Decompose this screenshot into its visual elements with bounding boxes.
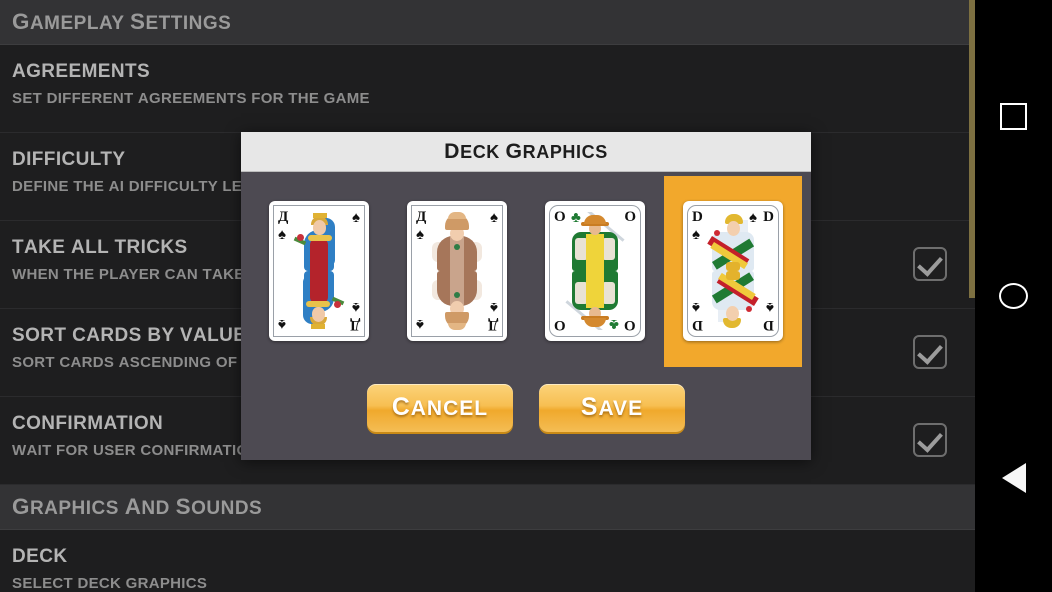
cancel-button[interactable]: CANCEL xyxy=(367,384,513,432)
back-button[interactable] xyxy=(975,448,1052,508)
card-rank-top-right: D xyxy=(763,209,774,225)
court-figure-artwork xyxy=(426,212,488,330)
deck-option-german-dame[interactable]: D ♠ D ♠ D ♠ D ♠ xyxy=(664,175,802,367)
settings-row-deck[interactable]: DECK SELECT DECK GRAPHICS xyxy=(0,530,975,592)
recents-button[interactable] xyxy=(975,86,1052,146)
card-thumbnail: Д ♠ ♠ Д ♠ ♠ xyxy=(269,201,369,341)
section-title: GRAPHICS AND SOUNDS xyxy=(12,494,263,519)
checkbox-sort-cards-by-value[interactable] xyxy=(913,335,947,369)
spade-icon: ♠ xyxy=(490,299,498,316)
card-rank-top: Д xyxy=(416,209,427,225)
dialog-title: DECK GRAPHICS xyxy=(444,139,608,163)
spade-icon: ♠ xyxy=(278,316,286,333)
card-thumbnail: D ♠ D ♠ D ♠ D ♠ xyxy=(683,201,783,341)
card-rank-top: Д xyxy=(278,209,289,225)
deck-options-list: Д ♠ ♠ Д ♠ ♠ Д ♠ ♠ Д ♠ ♠ O ♣ O ♣ O O D ♠ … xyxy=(241,171,811,371)
card-thumbnail: O ♣ O ♣ O O xyxy=(545,201,645,341)
checkbox-confirmation[interactable] xyxy=(913,423,947,457)
spade-icon: ♠ xyxy=(352,209,360,226)
deck-option-russian-classic[interactable]: Д ♠ ♠ Д ♠ ♠ xyxy=(250,176,388,367)
card-rank-bottom: O xyxy=(624,317,636,333)
spade-icon: ♠ xyxy=(416,316,424,333)
row-title: DECK xyxy=(12,546,68,567)
spade-icon: ♠ xyxy=(692,226,700,243)
card-rank-bottom: Д xyxy=(487,317,498,333)
checkbox-take-all-tricks[interactable] xyxy=(913,247,947,281)
deck-graphics-dialog: DECK GRAPHICS Д ♠ ♠ Д ♠ ♠ Д ♠ ♠ Д ♠ ♠ O … xyxy=(241,132,811,460)
spade-icon: ♠ xyxy=(352,299,360,316)
page-title-bar: GAMEPLAY SETTINGS xyxy=(0,0,975,45)
card-rank-bottom: D xyxy=(763,317,774,333)
card-rank-bottom: Д xyxy=(349,317,360,333)
spade-icon: ♠ xyxy=(692,299,700,316)
settings-row-agreements[interactable]: AGREEMENTS SET DIFFERENT AGREEMENTS FOR … xyxy=(0,45,975,133)
spade-icon: ♠ xyxy=(278,226,286,243)
deck-option-german-ober[interactable]: O ♣ O ♣ O O xyxy=(526,176,664,367)
card-thumbnail: Д ♠ ♠ Д ♠ ♠ xyxy=(407,201,507,341)
home-button[interactable] xyxy=(975,266,1052,326)
court-figure-artwork xyxy=(702,212,764,330)
row-subtitle: SELECT DECK GRAPHICS xyxy=(12,575,208,592)
cancel-button-label: CANCEL xyxy=(391,394,489,421)
spade-icon: ♠ xyxy=(416,226,424,243)
page-title: GAMEPLAY SETTINGS xyxy=(12,9,232,34)
dialog-header: DECK GRAPHICS xyxy=(241,132,811,172)
home-circle-icon xyxy=(999,283,1028,309)
row-subtitle: SET DIFFERENT AGREEMENTS FOR THE GAME xyxy=(12,90,370,107)
card-rank-top-right: O xyxy=(624,209,636,225)
deck-option-russian-folk[interactable]: Д ♠ ♠ Д ♠ ♠ xyxy=(388,176,526,367)
row-title: AGREEMENTS xyxy=(12,61,151,82)
android-navigation-bar xyxy=(975,0,1052,592)
save-button-label: SAVE xyxy=(580,394,644,421)
recents-square-icon xyxy=(1000,102,1027,130)
section-header-graphics-and-sounds: GRAPHICS AND SOUNDS xyxy=(0,485,975,530)
court-figure-artwork xyxy=(564,212,626,330)
back-triangle-icon xyxy=(1001,463,1026,493)
dialog-actions: CANCEL SAVE xyxy=(241,384,811,432)
save-button[interactable]: SAVE xyxy=(539,384,685,432)
court-figure-artwork xyxy=(288,212,350,330)
spade-icon: ♠ xyxy=(766,299,774,316)
spade-icon: ♠ xyxy=(490,209,498,226)
